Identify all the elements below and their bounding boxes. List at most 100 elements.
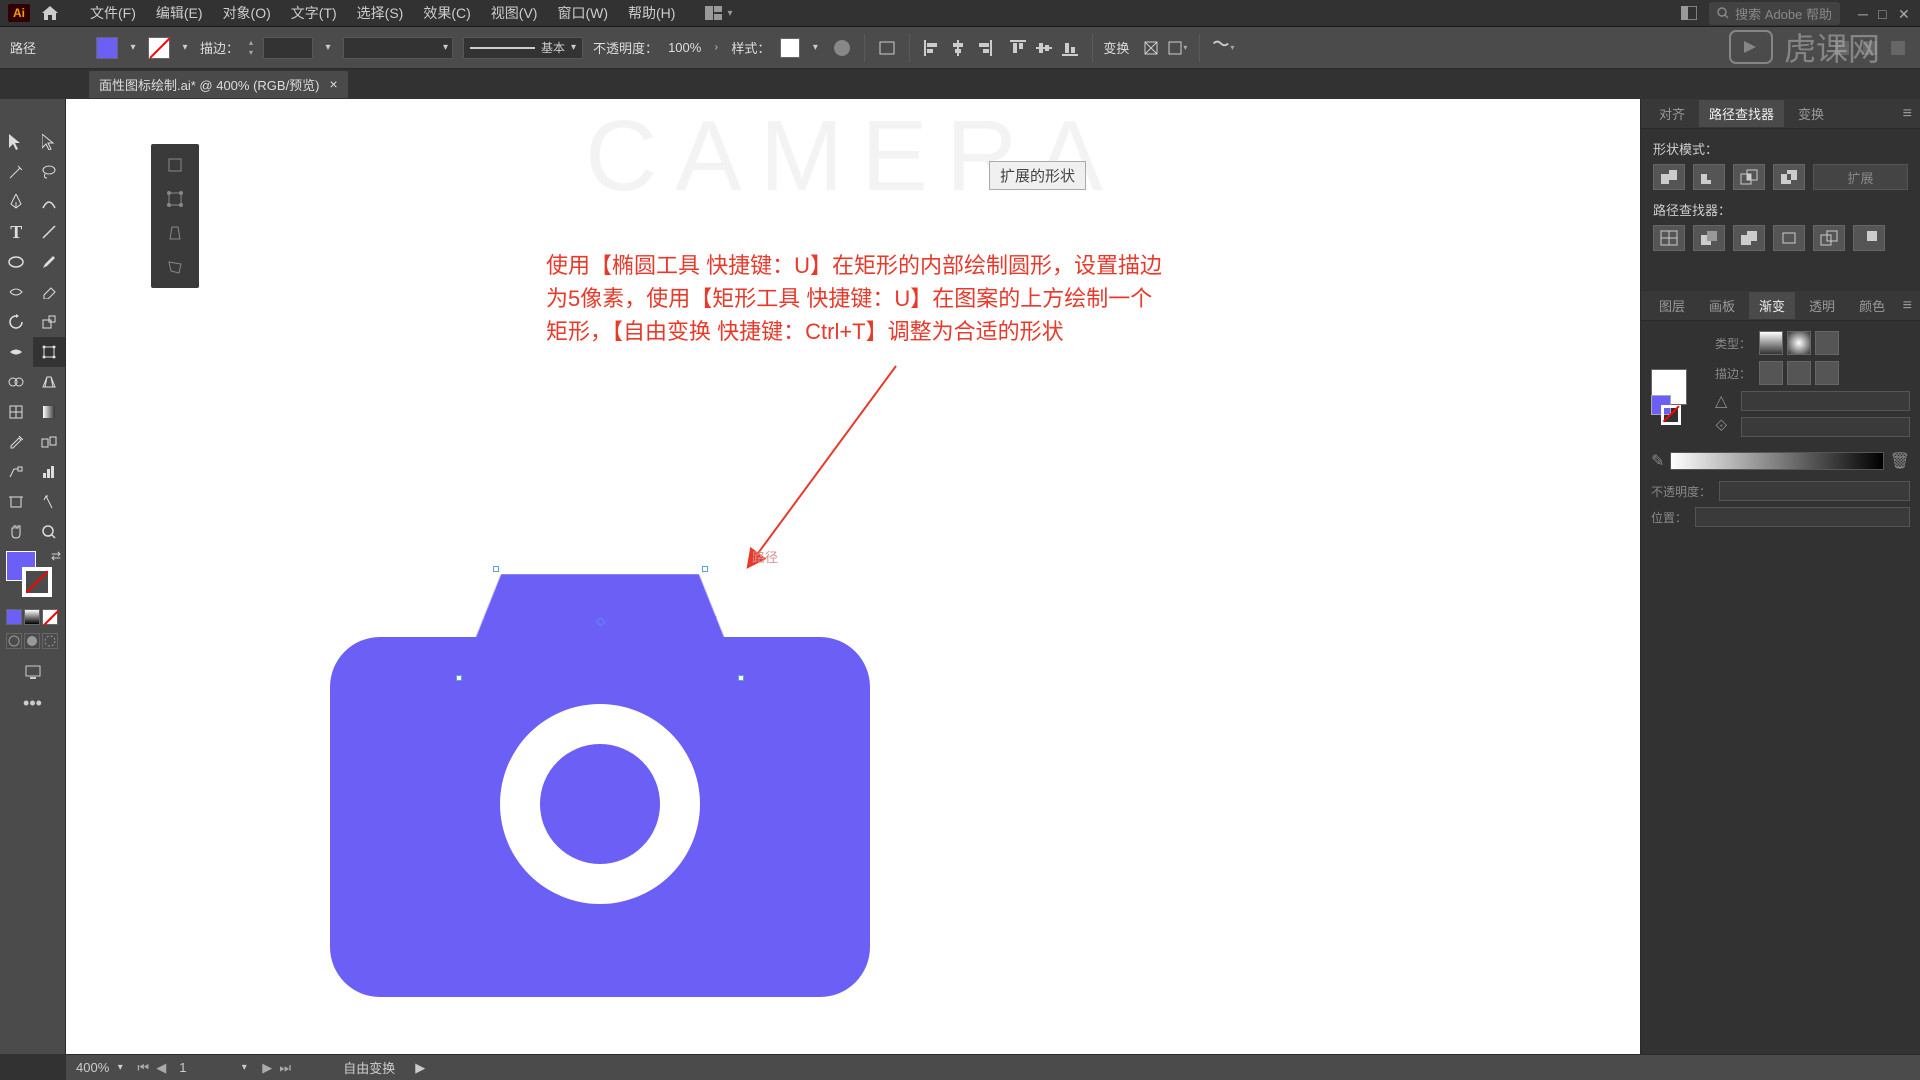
stroke-along[interactable]: [1787, 361, 1811, 385]
transform-label[interactable]: 变换: [1103, 38, 1129, 57]
ft-perspective[interactable]: [155, 216, 195, 250]
ft-constrain[interactable]: [155, 148, 195, 182]
scale-tool[interactable]: [33, 307, 66, 337]
gradient-radial[interactable]: [1787, 331, 1811, 355]
stroke-color-swatch[interactable]: [148, 37, 170, 59]
layout-selector[interactable]: ▾: [705, 6, 732, 20]
graph-tool[interactable]: [33, 457, 66, 487]
screen-mode[interactable]: [0, 657, 65, 687]
close-button[interactable]: ✕: [1898, 6, 1912, 20]
rotate-tool[interactable]: [0, 307, 33, 337]
last-artboard[interactable]: ⏭: [277, 1060, 293, 1076]
expand-shape-button[interactable]: 扩展的形状: [989, 161, 1086, 190]
align-right-icon[interactable]: [972, 36, 996, 60]
align-top-icon[interactable]: [1006, 36, 1030, 60]
selection-handle[interactable]: [702, 566, 708, 572]
draw-behind[interactable]: [24, 633, 40, 649]
shape-icon[interactable]: ▾: [1165, 36, 1189, 60]
menu-edit[interactable]: 编辑(E): [146, 1, 213, 25]
pen-tool[interactable]: [0, 187, 33, 217]
stroke-within[interactable]: [1759, 361, 1783, 385]
first-artboard[interactable]: ⏮: [135, 1060, 151, 1076]
panel-small-2[interactable]: [1858, 36, 1882, 60]
stroke-weight-input[interactable]: [263, 37, 313, 59]
style-dropdown[interactable]: ▾: [810, 38, 820, 58]
blend-tool[interactable]: [33, 427, 66, 457]
pf-divide[interactable]: [1653, 225, 1685, 251]
menu-window[interactable]: 窗口(W): [547, 1, 618, 25]
selection-tool[interactable]: [0, 127, 33, 157]
zoom-tool[interactable]: [33, 517, 66, 547]
panel-tab-align[interactable]: 对齐: [1649, 100, 1695, 127]
slice-tool[interactable]: [33, 487, 66, 517]
panel-small-1[interactable]: [1830, 36, 1854, 60]
gradient-angle[interactable]: [1741, 391, 1910, 411]
lasso-tool[interactable]: [33, 157, 66, 187]
pf-outline[interactable]: [1813, 225, 1845, 251]
expand-button[interactable]: 扩展: [1813, 164, 1908, 190]
panel-tab-gradient[interactable]: 渐变: [1749, 292, 1795, 319]
none-mode[interactable]: [42, 609, 58, 625]
type-tool[interactable]: T: [0, 217, 33, 247]
menu-select[interactable]: 选择(S): [347, 1, 414, 25]
menu-help[interactable]: 帮助(H): [618, 1, 685, 25]
arrange-docs-icon[interactable]: [1677, 1, 1701, 25]
fill-stroke-indicator[interactable]: ⇄: [0, 547, 65, 607]
perspective-tool[interactable]: [33, 367, 66, 397]
gradient-mode[interactable]: [24, 609, 40, 625]
pathfinder-exclude[interactable]: [1773, 164, 1805, 190]
gradient-slider[interactable]: [1670, 452, 1883, 470]
eyedropper-tool[interactable]: [0, 427, 33, 457]
align-to-icon[interactable]: [875, 36, 899, 60]
paintbrush-tool[interactable]: [33, 247, 66, 277]
selection-handle[interactable]: [738, 675, 744, 681]
delete-stop-icon[interactable]: 🗑: [1890, 451, 1910, 471]
ft-distort[interactable]: [155, 250, 195, 284]
draw-normal[interactable]: [6, 633, 22, 649]
tab-close-button[interactable]: ×: [330, 76, 338, 92]
align-hcenter-icon[interactable]: [946, 36, 970, 60]
panel-tab-layers[interactable]: 图层: [1649, 292, 1695, 319]
shape-builder-tool[interactable]: [0, 367, 33, 397]
selection-handle[interactable]: [493, 566, 499, 572]
gradient-stroke-ind[interactable]: [1661, 405, 1681, 425]
edit-toolbar-button[interactable]: •••: [0, 687, 65, 720]
artboard-number[interactable]: 1: [179, 1060, 229, 1075]
isolate-icon[interactable]: [1139, 36, 1163, 60]
gradient-freeform[interactable]: [1815, 331, 1839, 355]
artboard-tool[interactable]: [0, 487, 33, 517]
stroke-down[interactable]: ▾: [249, 48, 253, 57]
mesh-tool[interactable]: [0, 397, 33, 427]
variable-width-select[interactable]: ▾: [343, 37, 453, 59]
stop-position-input[interactable]: [1695, 507, 1910, 527]
pf-crop[interactable]: [1773, 225, 1805, 251]
menu-type[interactable]: 文字(T): [281, 1, 347, 25]
ft-free[interactable]: [155, 182, 195, 216]
opacity-value[interactable]: 100%: [668, 40, 701, 55]
panel-menu-icon[interactable]: ≡: [1903, 105, 1912, 123]
pf-trim[interactable]: [1693, 225, 1725, 251]
color-mode[interactable]: [6, 609, 22, 625]
align-bottom-icon[interactable]: [1058, 36, 1082, 60]
pathfinder-unite[interactable]: [1653, 164, 1685, 190]
free-transform-widget[interactable]: [151, 144, 199, 288]
gradient-tool-icon[interactable]: ✎: [1651, 451, 1664, 471]
panel-menu-icon-2[interactable]: ≡: [1903, 297, 1912, 315]
stroke-up[interactable]: ▴: [249, 38, 253, 47]
hand-tool[interactable]: [0, 517, 33, 547]
search-input[interactable]: 搜索 Adobe 帮助: [1709, 2, 1840, 25]
zoom-level[interactable]: 400%: [76, 1060, 109, 1075]
stroke-weight-dropdown[interactable]: ▾: [323, 38, 333, 58]
width-tool[interactable]: [0, 337, 33, 367]
fill-dropdown[interactable]: ▾: [128, 38, 138, 58]
canvas[interactable]: CAMERA 扩展的形状 使用【椭圆工具 快捷键：U】在矩形的内部绘制圆形，设置…: [66, 99, 1640, 1054]
pf-merge[interactable]: [1733, 225, 1765, 251]
free-transform-tool[interactable]: [33, 337, 66, 367]
stop-opacity-input[interactable]: [1719, 481, 1910, 501]
symbol-sprayer-tool[interactable]: [0, 457, 33, 487]
brush-def-select[interactable]: 基本 ▾: [463, 37, 583, 59]
fill-color-swatch[interactable]: [96, 37, 118, 59]
line-tool[interactable]: [33, 217, 66, 247]
graphic-style-swatch[interactable]: [780, 38, 800, 58]
zoom-dropdown[interactable]: ▾: [115, 1058, 125, 1078]
